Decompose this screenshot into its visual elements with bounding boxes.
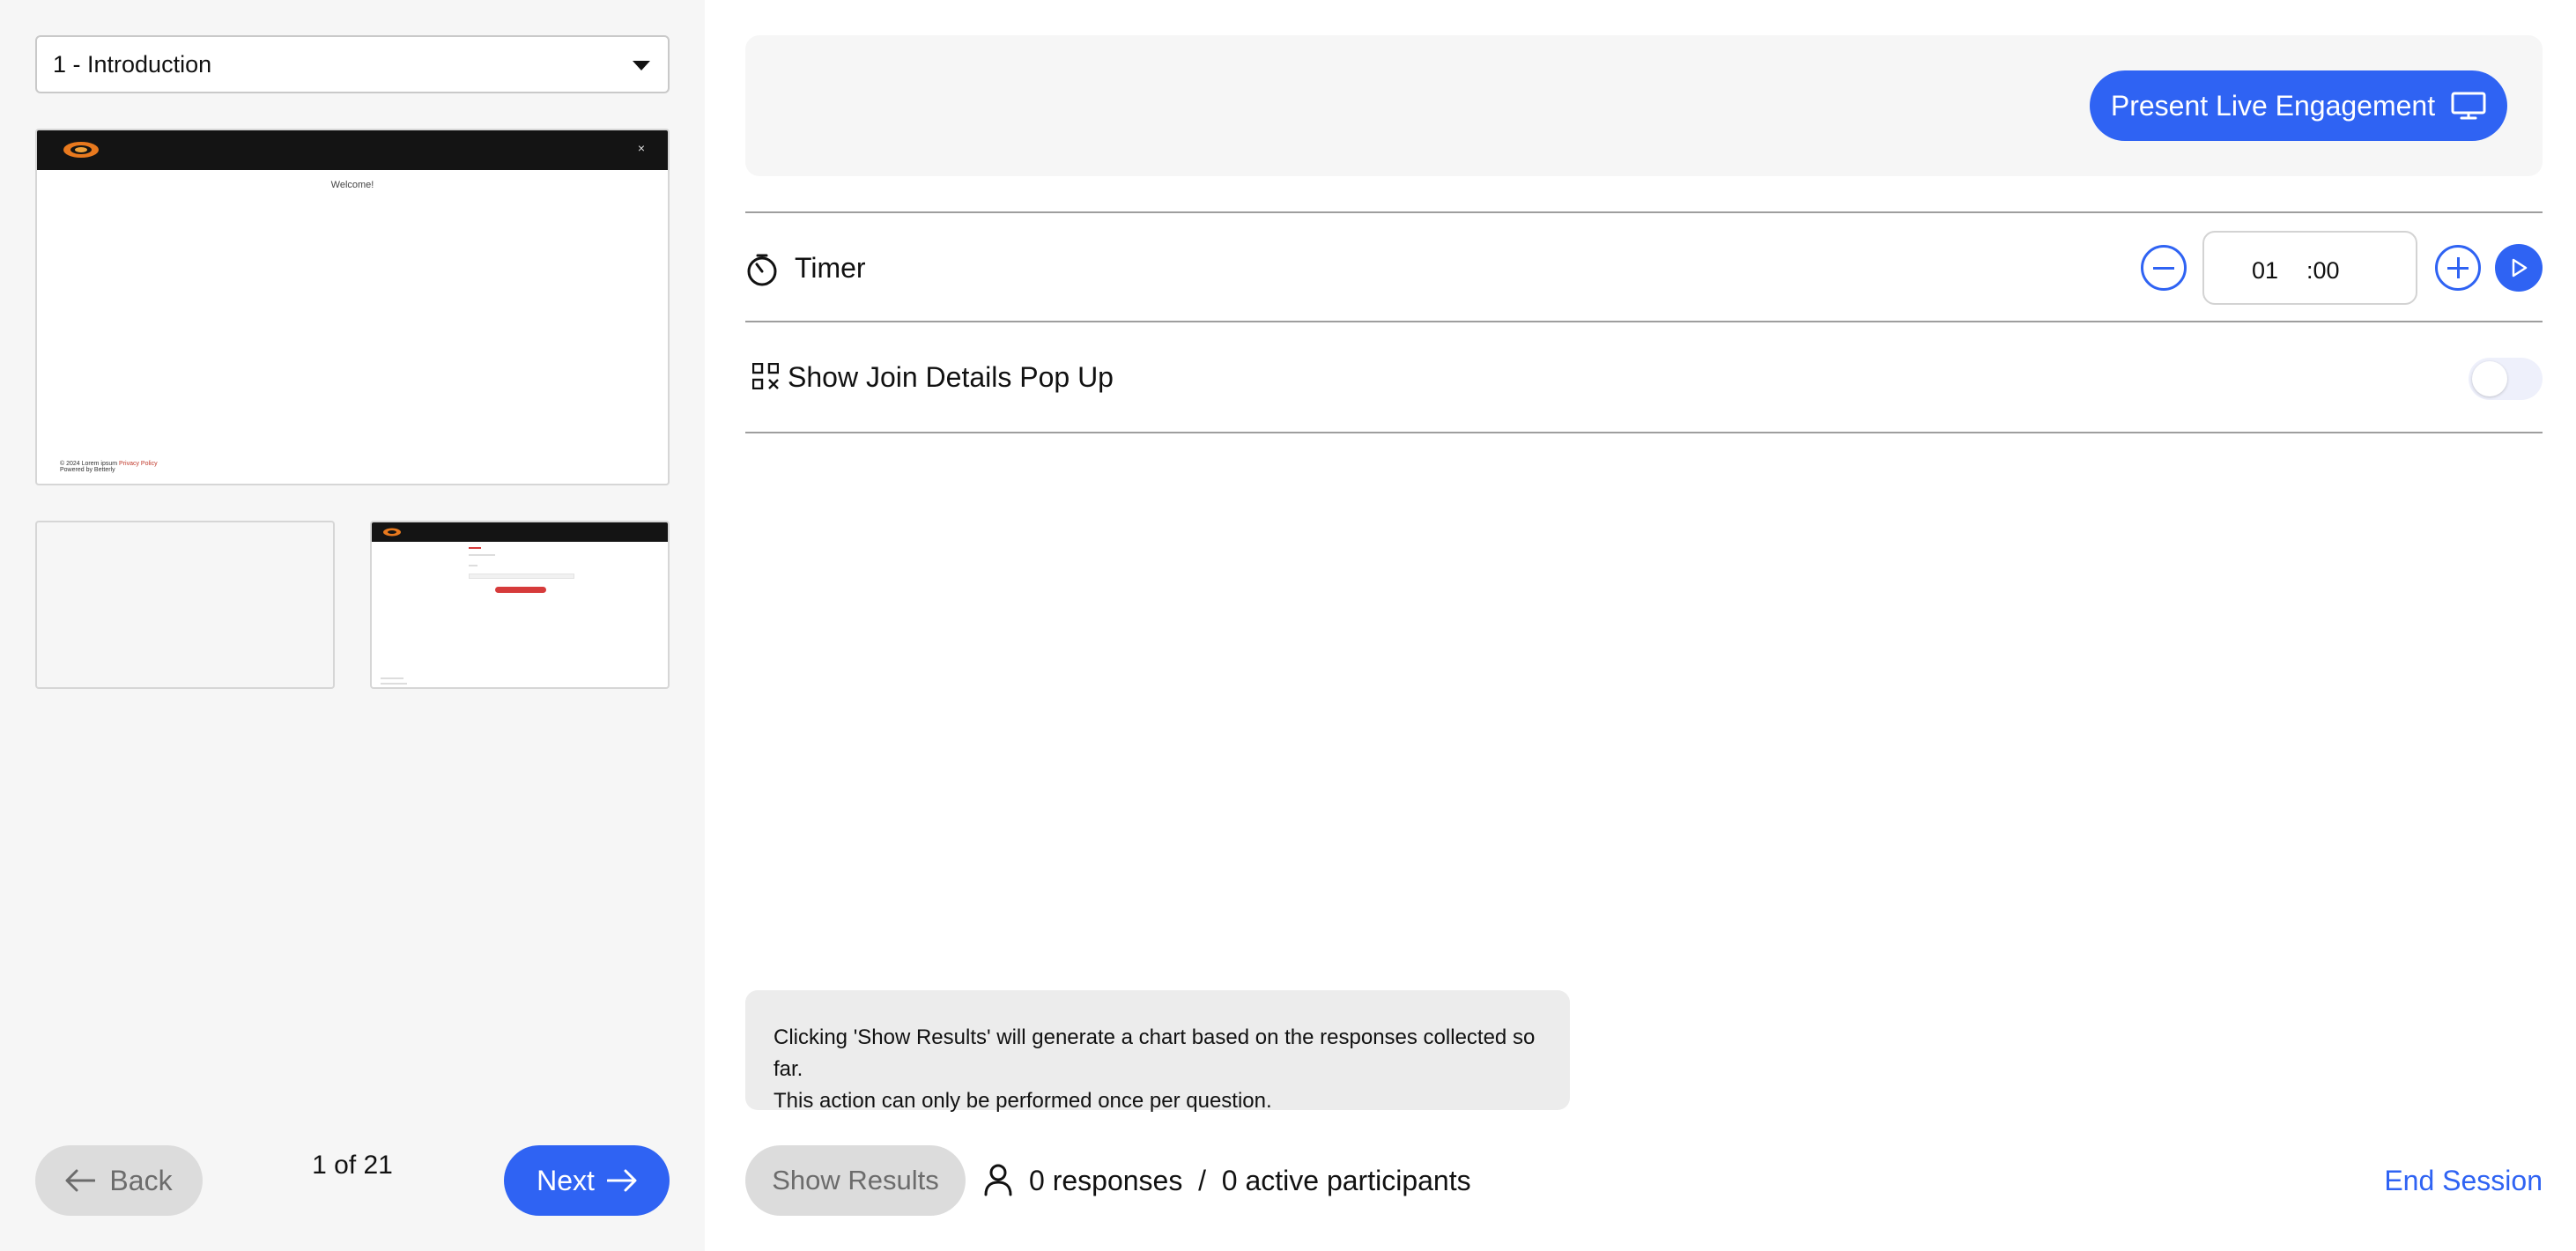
join-details-toggle[interactable] [2469, 358, 2543, 400]
join-details-row: Show Join Details Pop Up [745, 322, 2543, 432]
info-text-line1: Clicking 'Show Results' will generate a … [774, 1025, 1536, 1081]
slide-thumbnail-next[interactable] [370, 521, 670, 689]
show-results-info: Clicking 'Show Results' will generate a … [745, 990, 1570, 1113]
toggle-knob [2472, 361, 2507, 396]
slide-thumbnail-current[interactable]: × Welcome! © 2024 Lorem ipsum Privacy Po… [35, 129, 670, 485]
thumbnail-small-line [381, 677, 403, 679]
back-button[interactable]: Back [35, 1145, 203, 1216]
join-details-label: Show Join Details Pop Up [788, 361, 1114, 393]
end-session-link[interactable]: End Session [2384, 1165, 2543, 1197]
thumbnail-welcome-text: Welcome! [330, 180, 374, 190]
info-text-line2: This action can only be performed once p… [774, 1089, 1272, 1113]
thumbnail-small-button [495, 587, 546, 593]
back-label: Back [109, 1164, 173, 1196]
timer-input[interactable]: 01 :00 [2202, 231, 2417, 305]
monitor-icon [2451, 92, 2486, 120]
responses-count: 0 responses / 0 active participants [1029, 1165, 1471, 1196]
next-button[interactable]: Next [504, 1145, 670, 1216]
timer-minutes[interactable]: 01 [2252, 257, 2278, 285]
thumbnail-footer: © 2024 Lorem ipsum Privacy Policy Powere… [60, 461, 158, 473]
present-live-engagement-button[interactable]: Present Live Engagement [2090, 70, 2507, 141]
sidebar: 1 - Introduction × Welcome! © 2024 Lorem… [0, 0, 705, 1251]
caret-down-icon [633, 61, 650, 70]
main-panel: Present Live Engagement Timer 01 :00 Sho… [705, 0, 2576, 1251]
arrow-left-icon [65, 1169, 96, 1192]
page-count: 1 of 21 [312, 1151, 393, 1180]
timer-row: Timer 01 :00 [745, 213, 2543, 321]
timer-seconds[interactable]: :00 [2306, 257, 2340, 285]
thumbnail-small-line [469, 574, 574, 579]
thumbnail-footer-powered: Powered by [60, 467, 93, 473]
next-label: Next [537, 1164, 595, 1196]
divider [745, 432, 2543, 433]
thumbnail-footer-text: © 2024 Lorem ipsum [60, 461, 118, 467]
thumbnail-close-icon: × [637, 141, 645, 155]
thumbnail-small-line [469, 547, 481, 549]
play-icon [2512, 258, 2528, 278]
show-results-button[interactable]: Show Results [745, 1145, 966, 1216]
slide-select-value: 1 - Introduction [53, 50, 212, 78]
plus-circle-icon[interactable] [2435, 245, 2481, 291]
slide-select[interactable]: 1 - Introduction [35, 35, 670, 93]
thumbnail-small-header-bar [372, 522, 668, 542]
arrow-right-icon [606, 1169, 637, 1192]
logo-icon [63, 142, 99, 158]
timer-play-button[interactable] [2495, 244, 2543, 292]
present-label: Present Live Engagement [2110, 89, 2436, 122]
stopwatch-icon [747, 254, 777, 286]
thumbnail-footer-brand: Betterly [93, 467, 115, 473]
thumbnail-header-bar [37, 130, 668, 170]
timer-label: Timer [795, 252, 866, 284]
thumbnail-footer-link: Privacy Policy [119, 461, 158, 467]
show-results-label: Show Results [772, 1165, 939, 1195]
qr-code-icon [752, 363, 779, 389]
logo-small-icon [383, 528, 401, 537]
thumbnail-small-line [469, 554, 495, 556]
slide-thumbnail-empty[interactable] [35, 521, 335, 689]
person-icon [984, 1164, 1012, 1196]
minus-circle-icon[interactable] [2141, 245, 2187, 291]
thumbnail-small-line [469, 565, 477, 566]
thumbnail-small-line [381, 683, 407, 685]
present-card: Present Live Engagement [745, 35, 2543, 176]
